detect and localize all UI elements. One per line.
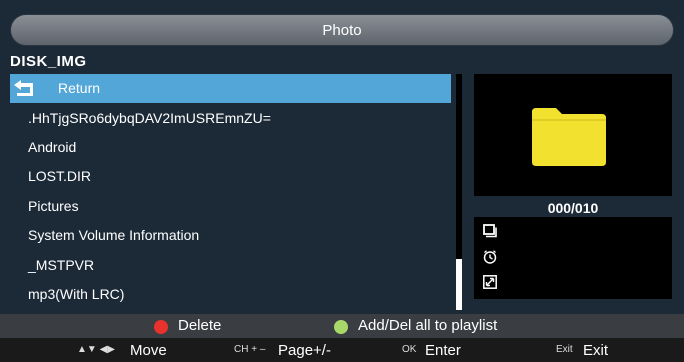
scrollbar-thumb[interactable] [456, 259, 462, 310]
return-icon [14, 80, 33, 96]
list-item[interactable]: mp3(With LRC) [10, 280, 451, 309]
ok-key-icon: OK [402, 344, 417, 355]
list-item-label: LOST.DIR [28, 168, 92, 184]
page-title: Photo [10, 14, 674, 46]
red-key-icon [154, 320, 168, 334]
file-list: Return .HhTjgSRo6dybqDAV2ImUSREmnZU= And… [10, 74, 451, 310]
key-hints-bar: ▲▼ ◀▶ Move CH + – Page+/- OK Enter Exit … [0, 338, 684, 362]
list-item-label: Android [28, 139, 77, 155]
playlist-button[interactable]: Add/Del all to playlist [358, 317, 497, 334]
list-item[interactable]: Android [10, 133, 451, 162]
list-item[interactable]: System Volume Information [10, 221, 451, 250]
info-panel [474, 217, 672, 299]
list-item-label: Pictures [28, 198, 79, 214]
enter-hint: Enter [425, 342, 461, 359]
return-item[interactable]: Return [10, 74, 451, 103]
list-item-label: mp3(With LRC) [28, 286, 125, 302]
breadcrumb: DISK_IMG [0, 50, 684, 74]
scrollbar[interactable] [456, 74, 462, 310]
list-item[interactable]: LOST.DIR [10, 162, 451, 191]
color-key-legend: Delete Add/Del all to playlist [0, 314, 684, 338]
file-counter: 000/010 [547, 200, 599, 216]
page-hint: Page+/- [278, 342, 331, 359]
delete-button[interactable]: Delete [178, 317, 221, 334]
list-item[interactable]: Pictures [10, 192, 451, 221]
current-path: DISK_IMG [10, 53, 87, 70]
resolution-icon [483, 275, 497, 289]
list-item[interactable]: _MSTPVR [10, 251, 451, 280]
return-label: Return [58, 80, 101, 96]
arrow-keys-icon: ▲▼ ◀▶ [77, 344, 115, 355]
exit-hint: Exit [583, 342, 609, 359]
preview-panel [474, 74, 672, 196]
exit-key-icon: Exit [556, 344, 573, 355]
channel-keys-icon: CH + – [234, 344, 266, 355]
list-item-label: System Volume Information [28, 227, 200, 243]
list-item[interactable]: .HhTjgSRo6dybqDAV2ImUSREmnZU= [10, 104, 451, 133]
green-key-icon [334, 320, 348, 334]
move-hint: Move [130, 342, 167, 359]
list-item-label: _MSTPVR [28, 257, 95, 273]
list-item-label: .HhTjgSRo6dybqDAV2ImUSREmnZU= [28, 110, 271, 126]
browser-panel: Return .HhTjgSRo6dybqDAV2ImUSREmnZU= And… [0, 74, 684, 314]
size-icon [483, 224, 497, 238]
folder-icon [532, 108, 606, 166]
clock-icon [483, 250, 497, 264]
title-bar: Photo [0, 0, 684, 50]
